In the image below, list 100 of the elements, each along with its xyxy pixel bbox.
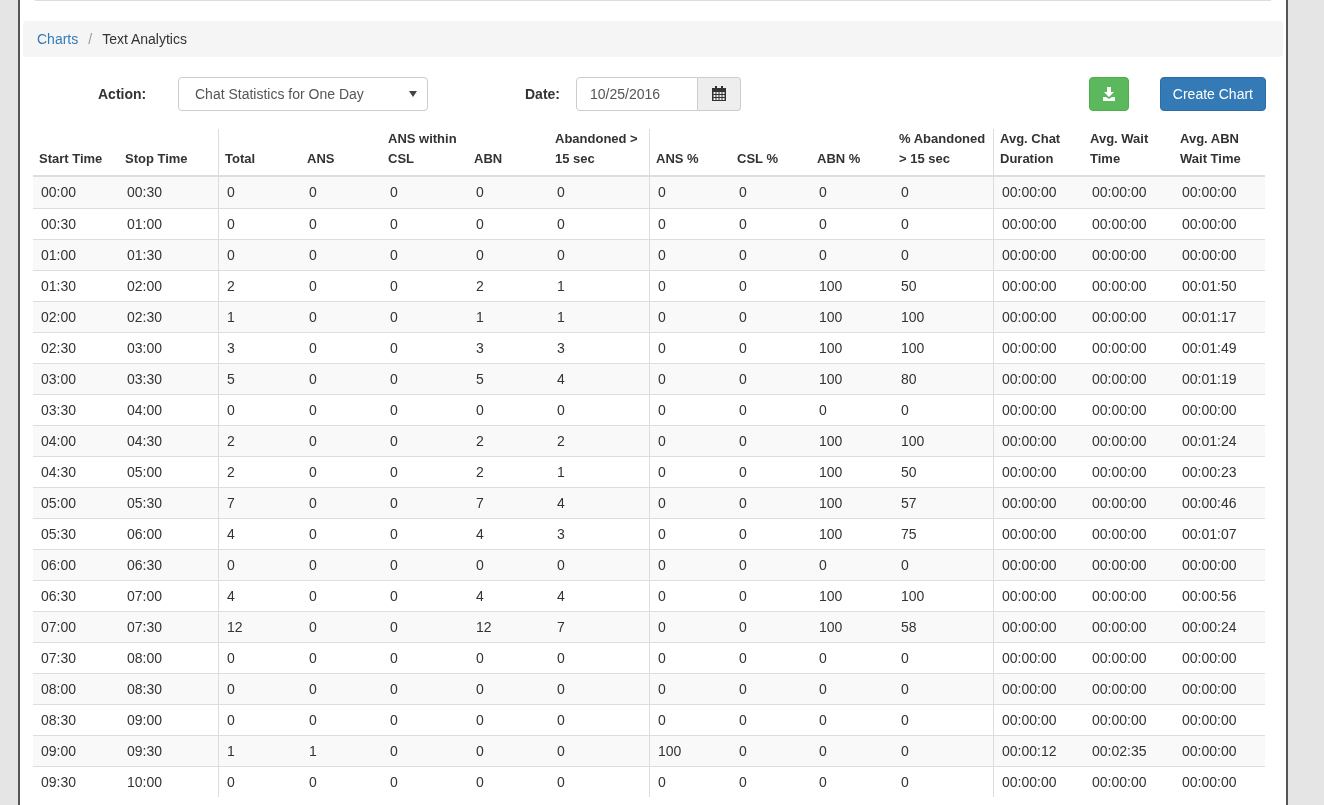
- date-field[interactable]: 10/25/2016: [576, 77, 698, 111]
- table-cell: 00:00:00: [1002, 184, 1057, 200]
- table-cell: 0: [390, 525, 398, 542]
- table-cell: 0: [739, 277, 747, 294]
- calendar-button[interactable]: [698, 77, 741, 111]
- table-cell: 4: [227, 587, 235, 604]
- table-cell: 00:00:00: [1002, 370, 1057, 387]
- table-cell: 00:00:00: [1092, 401, 1147, 418]
- table-cell: 1: [557, 308, 565, 325]
- table-cell: 0: [901, 773, 909, 790]
- action-select[interactable]: Chat Statistics for One Day: [178, 77, 428, 111]
- table-cell: 0: [658, 339, 666, 356]
- table-cell: 00:01:50: [1182, 277, 1237, 294]
- table-cell: 0: [739, 308, 747, 325]
- table-cell: 100: [901, 432, 925, 449]
- download-button[interactable]: [1088, 77, 1129, 111]
- table-cell: 00:00:00: [1092, 246, 1147, 263]
- table-cell: 57: [901, 494, 917, 511]
- table-cell: 00:00:00: [1002, 587, 1057, 604]
- breadcrumb-current: Text Analytics: [102, 29, 187, 49]
- table-cell: 03:30: [127, 370, 163, 387]
- table-cell: 00:00:00: [1092, 432, 1147, 449]
- table-cell: 00:01:19: [1182, 370, 1237, 387]
- table-cell: 04:00: [127, 401, 163, 418]
- table-cell: 00:00:56: [1182, 587, 1237, 604]
- table-cell: 01:00: [127, 215, 163, 232]
- table-cell: 0: [309, 494, 317, 511]
- table-cell: 0: [739, 587, 747, 604]
- table-cell: 0: [309, 277, 317, 294]
- table-cell: 0: [901, 246, 909, 263]
- table-cell: 0: [390, 184, 398, 200]
- table-cell: 4: [227, 525, 235, 542]
- table-cell: 05:30: [127, 494, 163, 511]
- table-cell: 2: [227, 463, 235, 480]
- table-cell: 0: [739, 246, 747, 263]
- table-cell: 00:01:49: [1182, 339, 1237, 356]
- table-cell: 05:00: [127, 463, 163, 480]
- table-cell: 0: [658, 556, 666, 573]
- table-cell: 08:00: [127, 649, 163, 666]
- table-cell: 0: [557, 649, 565, 666]
- table-cell: 08:30: [41, 711, 77, 728]
- table-cell: 00:00:00: [1002, 308, 1057, 325]
- table-cell: 02:00: [41, 308, 77, 325]
- table-cell: 0: [309, 308, 317, 325]
- table-cell: 0: [739, 742, 747, 759]
- download-icon: [1101, 87, 1116, 101]
- table-cell: 0: [227, 773, 235, 790]
- table-cell: 1: [476, 308, 484, 325]
- calendar-icon: [711, 86, 727, 102]
- table-cell: 00:00:00: [1002, 215, 1057, 232]
- table-cell: 0: [658, 773, 666, 790]
- table-cell: 00:00:00: [1092, 184, 1147, 200]
- table-cell: 0: [227, 401, 235, 418]
- table-cell: 00:01:17: [1182, 308, 1237, 325]
- breadcrumb-separator: /: [87, 29, 94, 49]
- table-cell: 00:00:00: [1182, 215, 1237, 232]
- table-cell: 0: [390, 556, 398, 573]
- caret-icon: [409, 91, 417, 97]
- table-cell: 2: [476, 277, 484, 294]
- table-cell: 0: [658, 618, 666, 635]
- table-cell: 3: [557, 339, 565, 356]
- table-cell: 50: [901, 277, 917, 294]
- breadcrumb-link[interactable]: Charts: [37, 28, 79, 50]
- create-chart-button[interactable]: Create Chart: [1159, 77, 1266, 111]
- table-cell: 0: [557, 556, 565, 573]
- table-cell: 0: [309, 401, 317, 418]
- table-cell: 0: [819, 773, 827, 790]
- table-cell: 00:00:12: [1002, 742, 1057, 759]
- table-cell: 0: [227, 184, 235, 200]
- table-cell: 0: [658, 587, 666, 604]
- table-cell: 00:00:00: [1002, 494, 1057, 511]
- table-cell: 0: [819, 401, 827, 418]
- table-cell: 00:00:00: [1002, 556, 1057, 573]
- table-cell: 7: [476, 494, 484, 511]
- table-cell: 0: [390, 773, 398, 790]
- table-cell: 100: [901, 587, 925, 604]
- table-cell: 0: [390, 711, 398, 728]
- table-cell: 0: [309, 184, 317, 200]
- table-cell: 0: [819, 711, 827, 728]
- table-cell: 75: [901, 525, 917, 542]
- table-cell: 0: [390, 246, 398, 263]
- table-cell: 00:00:00: [1092, 711, 1147, 728]
- table-cell: 0: [819, 680, 827, 697]
- table-cell: 0: [390, 339, 398, 356]
- table-cell: 09:30: [127, 742, 163, 759]
- table-cell: 0: [309, 246, 317, 263]
- table-cell: 100: [819, 494, 843, 511]
- table-cell: 1: [557, 463, 565, 480]
- table-cell: 00:00:00: [1092, 680, 1147, 697]
- table-cell: 4: [476, 525, 484, 542]
- table-cell: 0: [901, 184, 909, 200]
- table-cell: 0: [476, 742, 484, 759]
- table-cell: 0: [557, 711, 565, 728]
- table-cell: 0: [390, 680, 398, 697]
- table-cell: 12: [227, 618, 243, 635]
- table-cell: 0: [227, 680, 235, 697]
- table-cell: 07:30: [41, 649, 77, 666]
- table-cell: 2: [227, 432, 235, 449]
- table-cell: 00:00:00: [1182, 556, 1237, 573]
- table-cell: 00:00:00: [1002, 432, 1057, 449]
